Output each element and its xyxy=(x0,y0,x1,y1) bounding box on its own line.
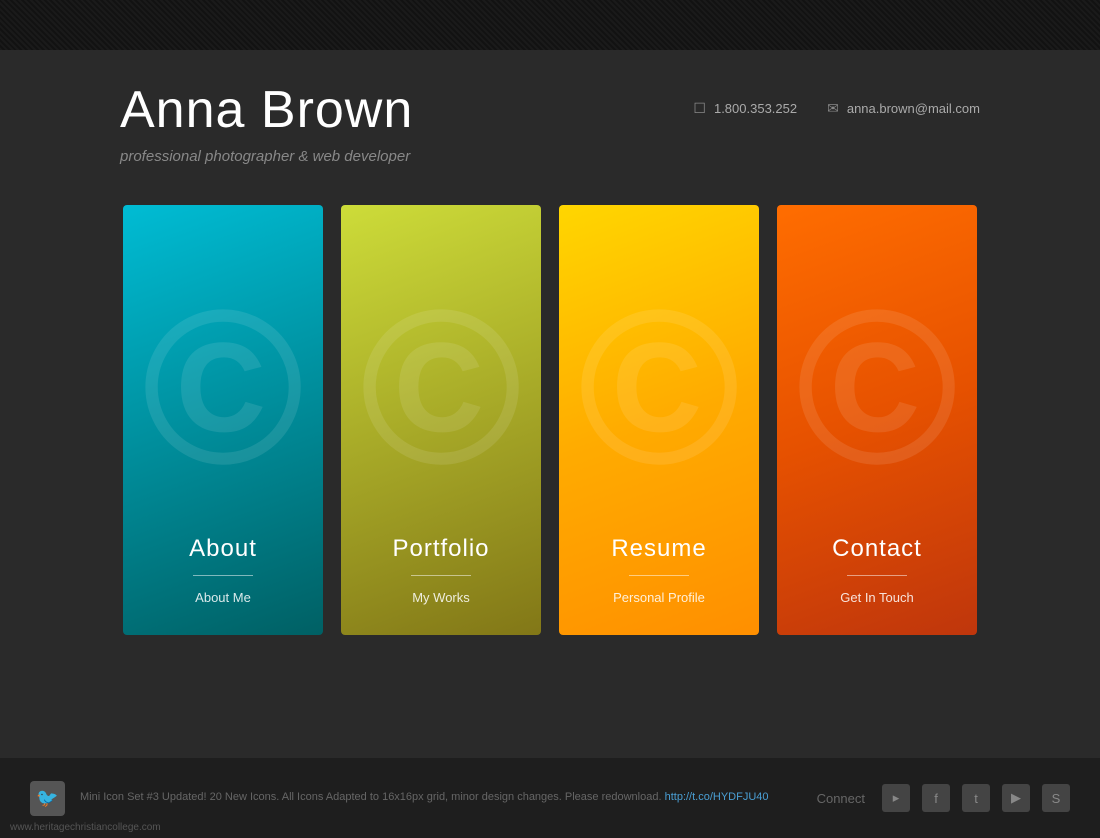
card-contact-bottom: Contact Get In Touch xyxy=(777,520,977,635)
connect-label: Connect xyxy=(817,791,865,806)
card-resume[interactable]: © Resume Personal Profile xyxy=(559,205,759,635)
card-about-symbol: © xyxy=(142,277,304,497)
footer-connect: Connect ▸ f t ▶ S xyxy=(817,784,1070,812)
social-twitter-icon[interactable]: t xyxy=(962,784,990,812)
footer-tweet-text: Mini Icon Set #3 Updated! 20 New Icons. … xyxy=(80,791,662,803)
footer: 🐦 Mini Icon Set #3 Updated! 20 New Icons… xyxy=(0,758,1100,838)
card-about-bottom: About About Me xyxy=(123,520,323,635)
social-facebook-icon[interactable]: f xyxy=(922,784,950,812)
card-resume-symbol: © xyxy=(578,277,740,497)
card-resume-title: Resume xyxy=(559,535,759,563)
card-contact-divider xyxy=(847,575,907,576)
footer-link[interactable]: http://t.co/HYDFJU40 xyxy=(665,791,769,803)
card-about-title: About xyxy=(123,535,323,563)
card-contact-symbol: © xyxy=(796,277,958,497)
card-contact-title: Contact xyxy=(777,535,977,563)
footer-text: Mini Icon Set #3 Updated! 20 New Icons. … xyxy=(80,789,817,807)
top-bar xyxy=(0,0,1100,50)
card-resume-bottom: Resume Personal Profile xyxy=(559,520,759,635)
footer-website: www.heritagechristiancollege.com xyxy=(10,822,161,833)
card-about[interactable]: © About About Me xyxy=(123,205,323,635)
phone-icon: ☐ xyxy=(693,100,706,117)
card-portfolio-title: Portfolio xyxy=(341,535,541,563)
cards-grid: © About About Me © Portfolio My Works © … xyxy=(120,205,980,635)
social-rss-icon[interactable]: ▸ xyxy=(882,784,910,812)
person-subtitle: professional photographer & web develope… xyxy=(120,148,413,165)
card-about-subtitle: About Me xyxy=(123,590,323,605)
footer-twitter-icon: 🐦 xyxy=(30,781,65,816)
phone-number: 1.800.353.252 xyxy=(714,101,797,116)
header-right: ☐ 1.800.353.252 ✉ anna.brown@mail.com xyxy=(693,100,980,117)
person-name: Anna Brown xyxy=(120,80,413,140)
header-left: Anna Brown professional photographer & w… xyxy=(120,80,413,165)
social-skype-icon[interactable]: S xyxy=(1042,784,1070,812)
card-portfolio-subtitle: My Works xyxy=(341,590,541,605)
card-portfolio-bottom: Portfolio My Works xyxy=(341,520,541,635)
card-contact[interactable]: © Contact Get In Touch xyxy=(777,205,977,635)
card-about-divider xyxy=(193,575,253,576)
social-youtube-icon[interactable]: ▶ xyxy=(1002,784,1030,812)
header: Anna Brown professional photographer & w… xyxy=(120,80,980,165)
main-content: Anna Brown professional photographer & w… xyxy=(0,50,1100,665)
card-portfolio[interactable]: © Portfolio My Works xyxy=(341,205,541,635)
card-contact-subtitle: Get In Touch xyxy=(777,590,977,605)
email-contact: ✉ anna.brown@mail.com xyxy=(827,100,980,117)
card-portfolio-divider xyxy=(411,575,471,576)
card-resume-divider xyxy=(629,575,689,576)
email-address: anna.brown@mail.com xyxy=(847,101,980,116)
email-icon: ✉ xyxy=(827,100,839,117)
card-portfolio-symbol: © xyxy=(360,277,522,497)
phone-contact: ☐ 1.800.353.252 xyxy=(693,100,797,117)
card-resume-subtitle: Personal Profile xyxy=(559,590,759,605)
